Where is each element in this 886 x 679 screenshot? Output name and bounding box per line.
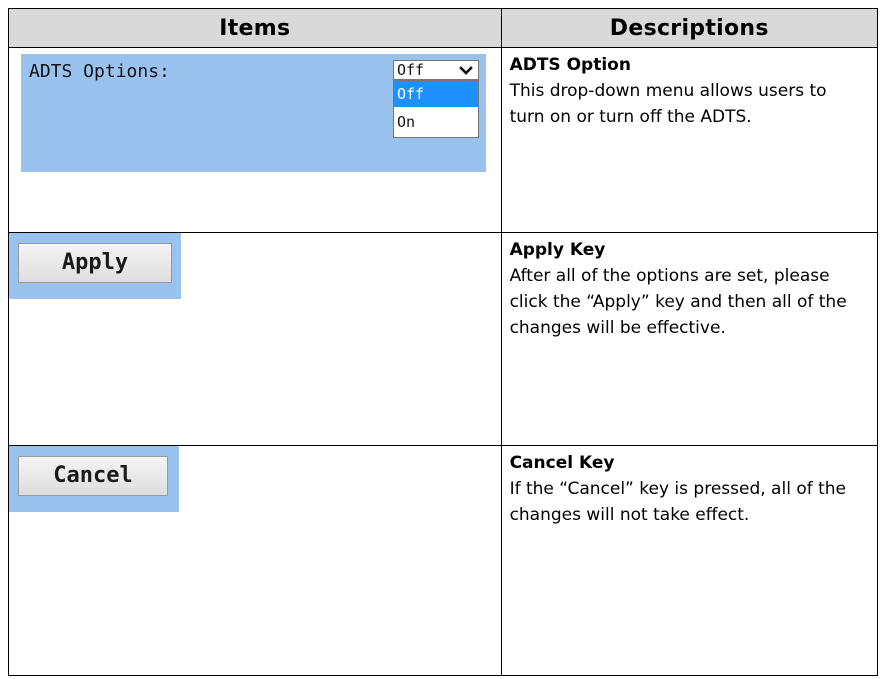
cancel-button-snapshot: Cancel <box>9 446 179 513</box>
description-title: Apply Key <box>509 239 606 260</box>
item-cell-adts: ADTS Options: Off Off On <box>8 47 502 233</box>
description-title: Cancel Key <box>509 453 615 474</box>
description-cell-cancel: Cancel Key If the “Cancel” key is presse… <box>500 445 879 676</box>
table-row: Cancel Cancel Key If the “Cancel” key is… <box>8 445 879 676</box>
adts-options-snapshot: ADTS Options: Off Off On <box>21 54 486 172</box>
items-descriptions-table: Items Descriptions ADTS Options: Off Off… <box>8 8 879 676</box>
item-cell-apply: Apply <box>8 231 502 447</box>
table-row: ADTS Options: Off Off On ADTS Option Thi… <box>8 47 879 233</box>
description-body: After all of the options are set, please… <box>509 265 847 338</box>
header-row: Items Descriptions <box>8 8 879 48</box>
description-cell-apply: Apply Key After all of the options are s… <box>500 231 879 447</box>
description-body: This drop-down menu allows users to turn… <box>509 81 827 127</box>
cancel-button[interactable]: Cancel <box>18 456 168 497</box>
adts-select-box[interactable]: Off <box>393 60 479 80</box>
apply-button[interactable]: Apply <box>18 242 172 283</box>
items-header: Items <box>8 8 502 48</box>
item-cell-cancel: Cancel <box>8 445 502 676</box>
chevron-down-icon <box>459 66 473 75</box>
adts-select[interactable]: Off Off On <box>393 60 479 140</box>
document-page: Items Descriptions ADTS Options: Off Off… <box>0 0 886 679</box>
table-row: Apply Apply Key After all of the options… <box>8 231 879 447</box>
apply-button-snapshot: Apply <box>9 232 181 299</box>
description-body: If the “Cancel” key is pressed, all of t… <box>509 479 847 526</box>
adts-dropdown-list: Off On <box>393 80 479 138</box>
description-cell-adts: ADTS Option This drop-down menu allows u… <box>500 47 879 233</box>
description-title: ADTS Option <box>509 55 631 75</box>
adts-selected-value: Off <box>397 61 425 79</box>
adts-options-label: ADTS Options: <box>29 61 170 82</box>
descriptions-header: Descriptions <box>500 8 879 48</box>
adts-option-off[interactable]: Off <box>394 81 478 107</box>
adts-option-on[interactable]: On <box>394 109 478 135</box>
